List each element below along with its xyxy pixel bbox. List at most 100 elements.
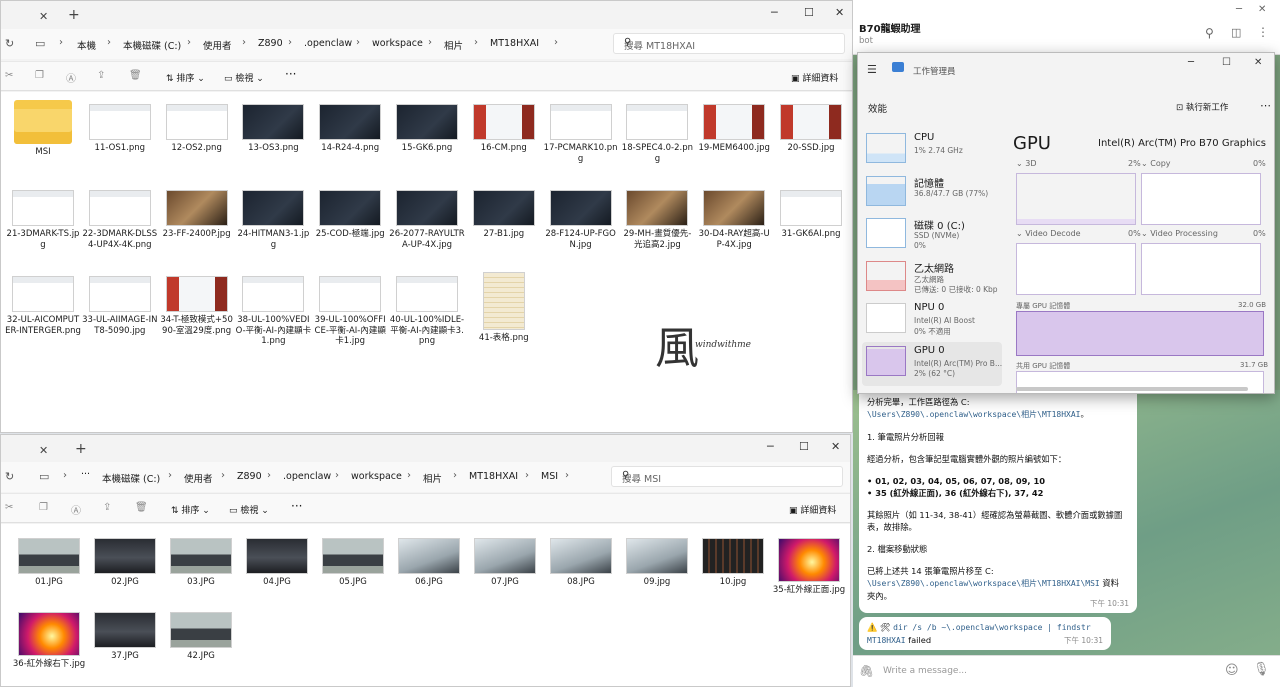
- minimize-icon[interactable]: ─: [771, 6, 778, 19]
- file-item[interactable]: 22-3DMARK-DLSS4-UP4X-4K.png: [82, 186, 158, 250]
- file-item[interactable]: 10.jpg: [695, 538, 771, 588]
- chevron-icon[interactable]: ›: [565, 470, 569, 481]
- chevron-icon[interactable]: ›: [267, 470, 271, 481]
- chevron-icon[interactable]: ›: [428, 37, 432, 48]
- chevron-icon[interactable]: ›: [242, 37, 246, 48]
- chevron-icon[interactable]: ›: [221, 470, 225, 481]
- more-options-button[interactable]: ···: [291, 499, 302, 513]
- file-item[interactable]: 29-MH-畫質優先-光追高2.jpg: [619, 186, 695, 250]
- breadcrumb-item[interactable]: Z890: [258, 38, 283, 49]
- file-item[interactable]: 30-D4-RAY超高-UP-4X.jpg: [696, 186, 772, 250]
- engine-name[interactable]: ⌄ Video Processing: [1141, 229, 1218, 238]
- search-input[interactable]: 搜尋 MSI ⚲: [611, 466, 843, 487]
- maximize-icon[interactable]: ☐: [1222, 57, 1231, 68]
- file-item[interactable]: 15-GK6.png: [389, 100, 465, 154]
- maximize-icon[interactable]: ☐: [799, 440, 809, 453]
- chevron-icon[interactable]: ›: [59, 37, 63, 48]
- more-options-icon[interactable]: ⋯: [1260, 99, 1271, 112]
- new-tab-button[interactable]: +: [75, 441, 87, 457]
- resource-item-5[interactable]: NPU 0 Intel(R) AI Boost 0% 不適用: [862, 299, 1002, 343]
- file-item[interactable]: 12-OS2.png: [159, 100, 235, 154]
- file-item[interactable]: 07.JPG: [467, 538, 543, 588]
- file-item[interactable]: 39-UL-100%OFFICE-平衡-AI-內建顯卡1.jpg: [312, 272, 388, 347]
- chevron-icon[interactable]: ›: [187, 37, 191, 48]
- cut-icon[interactable]: ✂: [5, 70, 13, 81]
- file-item[interactable]: 21-3DMARK-TS.jpg: [5, 186, 81, 250]
- close-icon[interactable]: ✕: [1258, 4, 1266, 15]
- close-icon[interactable]: ✕: [835, 6, 844, 19]
- chat-title[interactable]: B70龍蝦助理: [859, 20, 921, 35]
- resource-item-2[interactable]: 記憶體 36.8/47.7 GB (77%): [862, 172, 1002, 216]
- message-bubble[interactable]: ⚠️ 🛠 dir /s /b ~\.openclaw\workspace | f…: [859, 617, 1111, 650]
- new-tab-button[interactable]: +: [68, 7, 80, 23]
- sort-button[interactable]: ⇅ 排序 ⌄: [171, 503, 210, 516]
- file-item[interactable]: 05.JPG: [315, 538, 391, 588]
- sidebar-toggle-icon[interactable]: ◫: [1231, 26, 1241, 39]
- file-item[interactable]: 16-CM.png: [466, 100, 542, 154]
- details-pane-button[interactable]: ▣ 詳細資料: [791, 71, 838, 84]
- chevron-icon[interactable]: ›: [63, 470, 67, 481]
- emoji-icon[interactable]: ☺: [1225, 663, 1239, 678]
- chevron-icon[interactable]: ›: [107, 37, 111, 48]
- file-item[interactable]: 13-OS3.png: [235, 100, 311, 154]
- file-item[interactable]: 24-HITMAN3-1.jpg: [235, 186, 311, 250]
- message-input[interactable]: Write a message...: [883, 666, 967, 676]
- hamburger-menu-icon[interactable]: ☰: [867, 63, 877, 76]
- file-item[interactable]: 40-UL-100%IDLE-平衡-AI-內建顯卡3.png: [389, 272, 465, 347]
- breadcrumb-item[interactable]: MSI: [541, 471, 558, 482]
- horizontal-scrollbar[interactable]: [1016, 387, 1248, 391]
- breadcrumb-item[interactable]: MT18HXAI: [469, 471, 518, 482]
- chevron-icon[interactable]: ›: [554, 37, 558, 48]
- view-button[interactable]: ▭ 檢視 ⌄: [229, 503, 269, 516]
- copy-icon[interactable]: ❐: [35, 70, 44, 81]
- refresh-icon[interactable]: ↻: [5, 470, 14, 483]
- share-icon[interactable]: ⇪: [103, 502, 111, 513]
- minimize-icon[interactable]: ─: [1236, 4, 1242, 15]
- breadcrumb-item[interactable]: .openclaw: [304, 38, 352, 49]
- breadcrumb-item[interactable]: workspace: [351, 471, 402, 482]
- file-item[interactable]: 04.JPG: [239, 538, 315, 588]
- file-item[interactable]: 36-紅外線右下.jpg: [11, 612, 87, 670]
- computer-icon[interactable]: ▭: [35, 37, 45, 50]
- copy-icon[interactable]: ❐: [39, 502, 48, 513]
- more-options-button[interactable]: ···: [285, 67, 296, 81]
- chevron-icon[interactable]: ›: [356, 37, 360, 48]
- chevron-icon[interactable]: ›: [453, 470, 457, 481]
- tab-close-icon[interactable]: ✕: [39, 444, 48, 457]
- breadcrumb-item[interactable]: 相片: [423, 471, 442, 485]
- breadcrumb-item[interactable]: 使用者: [184, 471, 213, 485]
- breadcrumb-item[interactable]: .openclaw: [283, 471, 331, 482]
- minimize-icon[interactable]: ─: [1188, 57, 1194, 68]
- file-item[interactable]: 38-UL-100%VEDIO-平衡-AI-內建顯卡1.png: [235, 272, 311, 347]
- folder-item[interactable]: MSI: [5, 100, 81, 158]
- message-bubble[interactable]: 分析完畢，工作區路徑為 C: \Users\Z890\.openclaw\wor…: [859, 390, 1137, 613]
- file-item[interactable]: 19-MEM6400.jpg: [696, 100, 772, 154]
- breadcrumb-item[interactable]: 本機: [77, 38, 96, 52]
- file-item[interactable]: 03.JPG: [163, 538, 239, 588]
- run-new-task-button[interactable]: ⊡ 執行新工作: [1176, 101, 1228, 113]
- file-item[interactable]: 33-UL-AIIMAGE-INT8-5090.jpg: [82, 272, 158, 336]
- file-item[interactable]: 25-COD-極端.jpg: [312, 186, 388, 240]
- file-item[interactable]: 23-FF-2400P.jpg: [159, 186, 235, 240]
- file-item[interactable]: 27-B1.jpg: [466, 186, 542, 240]
- file-item[interactable]: 20-SSD.jpg: [773, 100, 849, 154]
- file-item[interactable]: 37.JPG: [87, 612, 163, 662]
- breadcrumb-item[interactable]: Z890: [237, 471, 262, 482]
- resource-item-6[interactable]: GPU 0 Intel(R) Arc(TM) Pro B... 2% (62 °C): [862, 341, 1002, 386]
- view-button[interactable]: ▭ 檢視 ⌄: [224, 71, 264, 84]
- delete-icon[interactable]: 🗑: [135, 502, 148, 513]
- attach-icon[interactable]: 🖇: [859, 664, 874, 678]
- file-item[interactable]: 01.JPG: [11, 538, 87, 588]
- file-item[interactable]: 09.jpg: [619, 538, 695, 588]
- engine-name[interactable]: ⌄ Copy: [1141, 159, 1171, 168]
- file-item[interactable]: 11-OS1.png: [82, 100, 158, 154]
- file-item[interactable]: 35-紅外線正面.jpg: [771, 538, 847, 596]
- refresh-icon[interactable]: ↻: [5, 37, 14, 50]
- chevron-icon[interactable]: ›: [525, 470, 529, 481]
- chevron-icon[interactable]: ›: [288, 37, 292, 48]
- resource-item-4[interactable]: 乙太網路 乙太網路 已傳送: 0 已接收: 0 Kbp: [862, 257, 1002, 301]
- details-pane-button[interactable]: ▣ 詳細資料: [789, 503, 836, 516]
- microphone-icon[interactable]: 🎙: [1253, 662, 1270, 677]
- file-item[interactable]: 32-UL-AICOMPUTER-INTERGER.png: [5, 272, 81, 336]
- file-item[interactable]: 26-2077-RAYULTRA-UP-4X.jpg: [389, 186, 465, 250]
